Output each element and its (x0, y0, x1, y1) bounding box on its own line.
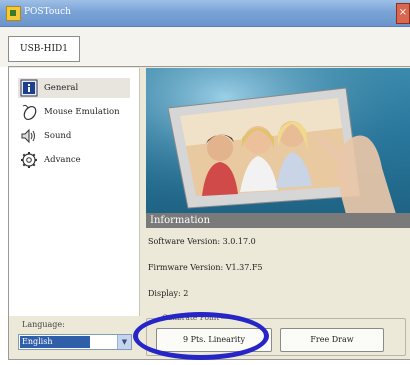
mouse-icon (22, 104, 37, 121)
info-icon (20, 79, 38, 97)
touchscreen-illustration (146, 68, 410, 214)
language-select[interactable]: English ▼ (18, 334, 132, 350)
nine-point-linearity-button[interactable]: 9 Pts. Linearity (156, 328, 272, 352)
calibrate-point-title: Calibrate Point (160, 313, 222, 322)
sidebar-item-label: Sound (44, 131, 72, 141)
sidebar-item-label: Advance (44, 155, 81, 165)
language-label: Language: (22, 320, 65, 329)
title-bar: POSTouch × (0, 0, 410, 27)
gear-icon (21, 152, 37, 168)
sidebar-item-general[interactable]: General (18, 78, 130, 98)
app-icon (6, 6, 21, 21)
sidebar-item-mouse-emulation[interactable]: Mouse Emulation (18, 102, 130, 122)
software-version-text: Software Version: 3.0.17.0 (148, 237, 256, 246)
language-value: English (20, 336, 90, 348)
information-header: Information (146, 213, 410, 228)
tab-usb-hid1[interactable]: USB-HID1 (8, 36, 80, 62)
firmware-version-text: Firmware Version: V1.37.F5 (148, 263, 263, 272)
close-button[interactable]: × (396, 3, 410, 24)
speaker-icon (21, 128, 35, 144)
banner-image (146, 68, 410, 214)
sidebar: General Mouse Emulation Sound Advance (9, 68, 140, 316)
sidebar-item-label: General (44, 83, 79, 93)
sidebar-item-advance[interactable]: Advance (18, 150, 130, 170)
free-draw-button[interactable]: Free Draw (280, 328, 384, 352)
sidebar-item-sound[interactable]: Sound (18, 126, 130, 146)
sidebar-item-label: Mouse Emulation (44, 107, 120, 117)
display-text: Display: 2 (148, 289, 189, 298)
tab-strip: USB-HID1 (0, 27, 410, 67)
chevron-down-icon[interactable]: ▼ (117, 335, 131, 349)
window-title: POSTouch (24, 7, 71, 17)
